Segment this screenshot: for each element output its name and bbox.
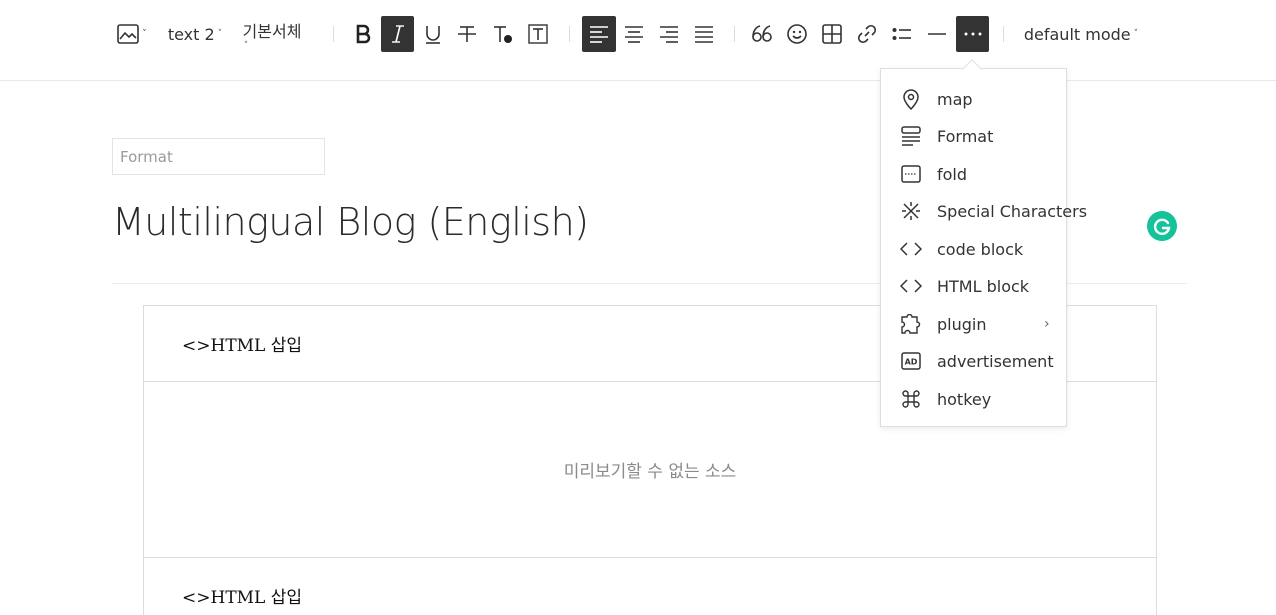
align-left-button[interactable] — [582, 16, 616, 52]
underline-button[interactable] — [416, 16, 450, 52]
menu-item-map[interactable]: map — [881, 81, 1066, 117]
command-icon — [900, 388, 922, 410]
align-justify-icon — [695, 26, 713, 43]
chevron-down-icon: ˅ — [243, 41, 249, 51]
grammarly-icon — [1153, 218, 1171, 235]
toolbar-divider — [569, 26, 570, 42]
align-right-button[interactable] — [652, 16, 686, 52]
more-button[interactable] — [956, 16, 989, 52]
format-input[interactable] — [112, 138, 325, 175]
menu-item-advertisement[interactable]: AD advertisement — [881, 343, 1066, 379]
special-characters-icon — [900, 200, 922, 222]
bold-icon — [356, 24, 371, 44]
menu-item-code-block[interactable]: code block — [881, 231, 1066, 267]
font-family-label: 기본서체 — [242, 22, 302, 41]
strikethrough-icon — [458, 26, 476, 42]
menu-item-label: Format — [937, 126, 994, 146]
menu-item-special-characters[interactable]: Special Characters — [881, 193, 1087, 229]
menu-item-label: hotkey — [937, 389, 992, 409]
align-right-icon — [660, 26, 678, 43]
map-pin-icon — [900, 88, 922, 110]
menu-item-label: advertisement — [937, 351, 1054, 371]
list-button[interactable] — [885, 16, 919, 52]
text-color-icon — [494, 26, 512, 43]
align-center-button[interactable] — [617, 16, 651, 52]
menu-item-label: Special Characters — [937, 201, 1088, 221]
horizontal-line-icon — [928, 33, 946, 35]
image-icon — [117, 24, 140, 44]
smiley-icon — [787, 24, 807, 44]
italic-icon — [391, 25, 404, 43]
quote-button[interactable] — [745, 16, 779, 52]
image-insert-button[interactable]: ˅ — [114, 16, 150, 52]
menu-item-label: code block — [937, 239, 1024, 259]
list-icon — [892, 28, 911, 40]
menu-item-html-block[interactable]: HTML block — [881, 268, 1066, 304]
more-icon — [964, 32, 981, 36]
html-block-header: <>HTML 삽입 — [144, 558, 1156, 615]
menu-item-label: HTML block — [937, 276, 1030, 296]
link-icon — [857, 24, 877, 44]
bold-button[interactable] — [346, 16, 380, 52]
underline-icon — [426, 26, 440, 44]
fold-icon — [900, 163, 922, 185]
chevron-right-icon: › — [1044, 316, 1050, 332]
table-button[interactable] — [815, 16, 849, 52]
mode-label: default mode — [1023, 24, 1131, 44]
strikethrough-button[interactable] — [450, 16, 484, 52]
menu-item-plugin[interactable]: plugin › — [881, 306, 1066, 342]
plugin-icon — [900, 313, 922, 335]
align-center-icon — [625, 26, 643, 43]
align-left-icon — [590, 26, 608, 43]
toolbar-divider — [333, 26, 334, 42]
mode-dropdown[interactable]: default mode ˅ — [1022, 16, 1140, 52]
format-icon — [900, 125, 922, 147]
background-color-button[interactable] — [521, 16, 555, 52]
editor-toolbar: ˅ text 2 ˅ 기본서체 ˅ default mode ˅ — [0, 0, 1276, 81]
menu-item-label: map — [937, 89, 973, 109]
toolbar-divider — [734, 26, 735, 42]
html-block[interactable]: <>HTML 삽입 — [143, 557, 1157, 615]
menu-item-format[interactable]: Format — [881, 118, 1066, 154]
menu-item-fold[interactable]: fold — [881, 156, 1066, 192]
menu-item-hotkey[interactable]: hotkey — [881, 381, 1066, 417]
menu-item-label: plugin — [937, 314, 987, 334]
chevron-down-icon: ˅ — [217, 29, 223, 39]
link-button[interactable] — [850, 16, 884, 52]
ad-badge-text: AD — [905, 358, 918, 367]
menu-item-label: fold — [937, 164, 968, 184]
horizontal-line-button[interactable] — [920, 16, 954, 52]
toolbar-divider — [1003, 26, 1004, 42]
table-icon — [822, 24, 842, 44]
text-color-button[interactable] — [486, 16, 520, 52]
code-icon — [900, 238, 922, 260]
html-icon — [900, 275, 922, 297]
chevron-down-icon: ˅ — [1133, 29, 1139, 39]
emoticon-button[interactable] — [780, 16, 814, 52]
chevron-down-icon: ˅ — [142, 29, 147, 39]
quote-icon — [752, 25, 772, 42]
font-family-dropdown[interactable]: 기본서체 ˅ — [237, 16, 307, 52]
highlight-icon — [528, 24, 548, 44]
italic-button[interactable] — [381, 16, 414, 52]
align-justify-button[interactable] — [687, 16, 721, 52]
grammarly-button[interactable] — [1147, 211, 1177, 241]
font-size-label: text 2 — [167, 24, 215, 44]
ad-icon: AD — [900, 350, 922, 372]
more-menu: map Format fold Special Characters code … — [880, 68, 1087, 427]
font-size-dropdown[interactable]: text 2 ˅ — [166, 16, 224, 52]
post-title[interactable]: Multilingual Blog (English) — [112, 200, 589, 244]
